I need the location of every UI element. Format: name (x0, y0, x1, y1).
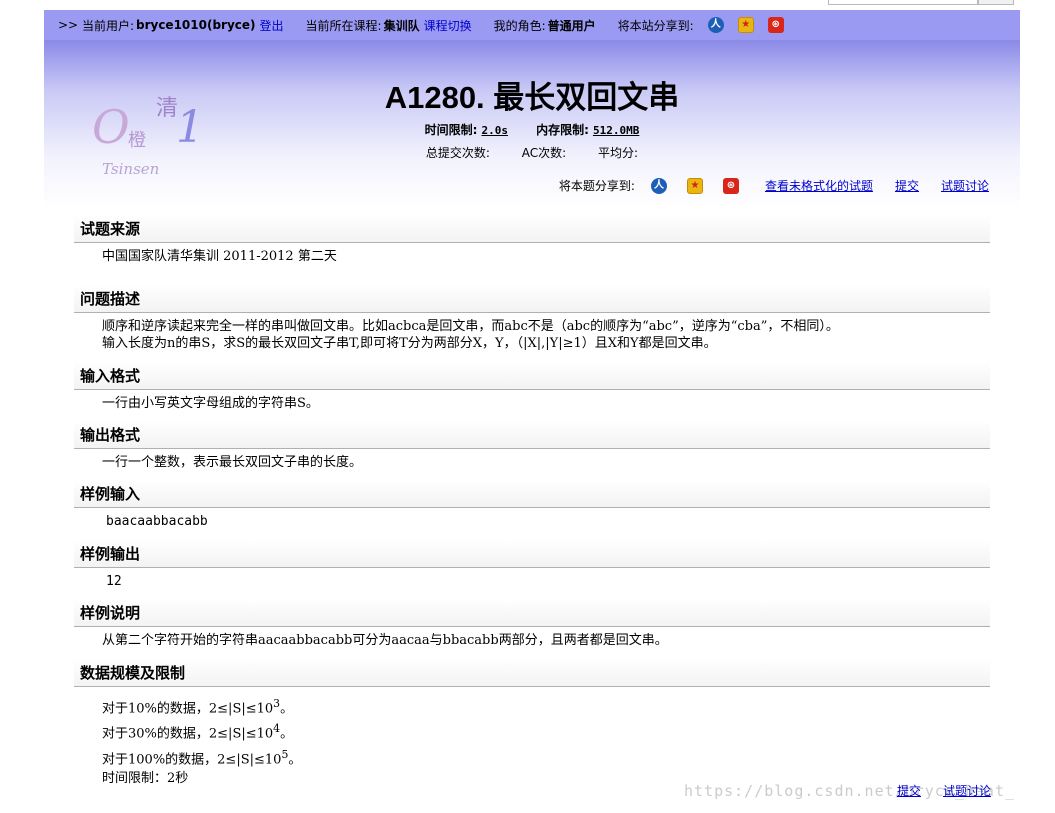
description-line-1: 顺序和逆序读起来完全一样的串叫做回文串。比如acbca是回文串，而abc不是（a… (102, 319, 839, 334)
problem-limits: 时间限制: 2.0s 内存限制: 512.0MB (44, 121, 1020, 138)
section-body: 一行一个整数，表示最长双回文子串的长度。 (102, 455, 363, 470)
time-limit: 时间限制: 2.0s (425, 123, 513, 137)
sample-output-text: 12 (106, 574, 122, 589)
view-unformatted-link[interactable]: 查看未格式化的试题 (765, 177, 873, 194)
constraint-text: 对于100%的数据，2≤|S|≤10 (102, 751, 282, 767)
course-label: 当前所在课程: (305, 18, 382, 33)
description-line-2: 输入长度为n的串S，求S的最长双回文子串T,即可将T分为两部分X，Y，（|X|,… (102, 336, 717, 351)
section-title: 试题来源 (74, 215, 990, 243)
section-body: 从第二个字符开始的字符串aacaabbacabb可分为aacaa与bbacabb… (102, 633, 668, 648)
section-title: 样例说明 (74, 599, 990, 627)
total-submit-label: 总提交次数: (425, 146, 490, 160)
section-title: 问题描述 (74, 285, 990, 313)
constraint-text: 对于30%的数据，2≤|S|≤10 (102, 726, 274, 742)
section-sample-explain: 样例说明 从第二个字符开始的字符串aacaabbacabb可分为aacaa与bb… (74, 599, 990, 649)
section-sample-output: 样例输出 12 (74, 540, 990, 590)
problem-stats: 总提交次数: AC次数: 平均分: (44, 144, 1020, 161)
section-body: 一行由小写英文字母组成的字符串S。 (102, 396, 319, 411)
time-limit-value: 2.0s (481, 124, 508, 137)
section-body: 中国国家队清华集训 2011-2012 第二天 (102, 249, 337, 264)
current-user-label: 当前用户: (81, 18, 134, 33)
bottom-links: 提交 试题讨论 (875, 782, 991, 799)
section-title: 数据规模及限制 (74, 659, 990, 687)
logout-link[interactable]: 登出 (260, 17, 284, 34)
avg-score-label: 平均分: (598, 146, 639, 160)
current-user: >> 当前用户: bryce1010(bryce) 登出 (58, 17, 284, 34)
problem-title: A1280. 最长双回文串 (384, 80, 680, 115)
time-limit-label: 时间限制: (424, 123, 478, 137)
course-switch-link[interactable]: 课程切换 (424, 17, 472, 34)
memory-limit: 内存限制: 512.0MB (536, 123, 639, 137)
constraint-end: 。 (280, 701, 294, 717)
user-bar: >> 当前用户: bryce1010(bryce) 登出 当前所在课程: 集训队… (44, 10, 1020, 40)
constraint-line-3: 对于100%的数据，2≤|S|≤105。 (102, 745, 990, 770)
share-site: 将本站分享到: 人 ★ ⊛ (618, 17, 784, 34)
section-title: 输出格式 (74, 421, 990, 449)
current-user-value: bryce1010(bryce) (135, 18, 256, 32)
share-problem-label: 将本题分享到: (558, 179, 635, 193)
section-constraints: 数据规模及限制 对于10%的数据，2≤|S|≤103。 对于30%的数据，2≤|… (74, 659, 990, 787)
course-value: 集训队 (383, 18, 420, 33)
role-value: 普通用户 (547, 18, 596, 33)
section-title: 样例输出 (74, 540, 990, 568)
share-qzone-icon[interactable]: ★ (686, 177, 703, 194)
bottom-discuss-link[interactable]: 试题讨论 (943, 782, 991, 799)
sample-input-text: baacaabbacabb (106, 514, 208, 529)
section-body: 顺序和逆序读起来完全一样的串叫做回文串。比如acbca是回文串，而abc不是（a… (74, 313, 990, 352)
bottom-submit-link[interactable]: 提交 (897, 782, 921, 799)
current-course: 当前所在课程: 集训队 课程切换 (306, 17, 472, 34)
section-title: 样例输入 (74, 480, 990, 508)
my-role: 我的角色: 普通用户 (494, 17, 596, 34)
share-site-label: 将本站分享到: (617, 18, 694, 33)
userbar-prefix: >> (58, 18, 79, 32)
memory-limit-value: 512.0MB (592, 124, 640, 137)
share-renren-icon[interactable]: 人 (650, 177, 667, 194)
ac-count-label: AC次数: (521, 146, 567, 160)
section-source: 试题来源 中国国家队清华集训 2011-2012 第二天 (74, 215, 990, 265)
search-input[interactable] (828, 0, 978, 5)
section-input-format: 输入格式 一行由小写英文字母组成的字符串S。 (74, 362, 990, 412)
logo-wordmark: Tsinsen (102, 160, 160, 178)
constraint-end: 。 (280, 726, 294, 742)
share-weibo-icon[interactable]: ⊛ (722, 177, 739, 194)
constraint-line-1: 对于10%的数据，2≤|S|≤103。 (102, 694, 990, 719)
section-body: 对于10%的数据，2≤|S|≤103。 对于30%的数据，2≤|S|≤104。 … (74, 687, 990, 787)
section-sample-input: 样例输入 baacaabbacabb (74, 480, 990, 530)
section-output-format: 输出格式 一行一个整数，表示最长双回文子串的长度。 (74, 421, 990, 471)
section-description: 问题描述 顺序和逆序读起来完全一样的串叫做回文串。比如acbca是回文串，而ab… (74, 285, 990, 352)
share-qzone-icon[interactable]: ★ (737, 17, 754, 33)
share-problem-row: 将本题分享到: 人 ★ ⊛ 查看未格式化的试题 提交 试题讨论 (559, 177, 989, 194)
constraint-end: 。 (288, 751, 302, 767)
memory-limit-label: 内存限制: (536, 123, 589, 137)
time-limit-line: 时间限制：2秒 (102, 770, 189, 786)
role-label: 我的角色: (493, 18, 546, 33)
discuss-link[interactable]: 试题讨论 (941, 177, 989, 194)
share-renren-icon[interactable]: 人 (707, 17, 724, 33)
constraint-text: 对于10%的数据，2≤|S|≤10 (102, 701, 274, 717)
section-title: 输入格式 (74, 362, 990, 390)
search-button[interactable] (978, 0, 1014, 5)
submit-link[interactable]: 提交 (895, 177, 919, 194)
share-weibo-icon[interactable]: ⊛ (767, 17, 784, 33)
constraint-line-2: 对于30%的数据，2≤|S|≤104。 (102, 719, 990, 744)
